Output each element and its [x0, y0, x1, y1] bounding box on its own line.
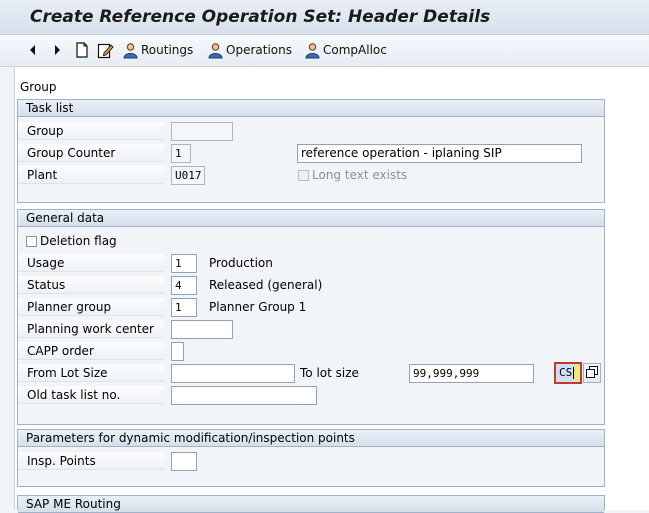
to-lot-size-field[interactable]: 99,999,999 [409, 364, 534, 383]
routings-button[interactable]: Routings [122, 40, 193, 60]
back-button[interactable] [28, 40, 38, 60]
insp-points-label: Insp. Points [18, 452, 164, 470]
operations-label: Operations [226, 43, 292, 57]
usage-label: Usage [18, 254, 164, 272]
from-lot-size-label: From Lot Size [18, 364, 164, 382]
compalloc-icon [304, 42, 321, 59]
capp-order-field[interactable] [171, 342, 184, 361]
to-lot-size-label: To lot size [300, 366, 359, 380]
sap-me-routing-title: SAP ME Routing [18, 496, 604, 513]
edit-button[interactable] [97, 40, 114, 60]
group-label: Group [18, 122, 164, 140]
title-bar: Create Reference Operation Set: Header D… [0, 0, 649, 35]
unit-of-measure-value: CS [559, 366, 573, 379]
task-list-title: Task list [18, 100, 604, 117]
routings-icon [122, 42, 139, 59]
new-button[interactable] [75, 40, 89, 60]
compalloc-label: CompAlloc [323, 43, 387, 57]
status-text: Released (general) [209, 278, 323, 292]
status-field[interactable]: 4 [171, 276, 197, 295]
capp-order-label: CAPP order [18, 342, 164, 360]
planning-work-center-field[interactable] [171, 320, 233, 339]
input-help-marker [574, 365, 579, 381]
group-counter-field[interactable]: 1 [171, 144, 191, 163]
planner-group-text: Planner Group 1 [209, 300, 307, 314]
dynamic-params-title: Parameters for dynamic modification/insp… [18, 430, 604, 447]
forward-arrow-icon [52, 44, 62, 56]
sap-me-routing-group: SAP ME Routing [17, 495, 605, 513]
old-task-list-label: Old task list no. [18, 386, 164, 404]
group-field[interactable] [171, 122, 233, 141]
deletion-flag-checkbox[interactable] [26, 236, 37, 247]
planner-group-label: Planner group [18, 298, 164, 316]
unit-of-measure-field[interactable]: CS [554, 362, 582, 384]
operations-icon [207, 42, 224, 59]
from-lot-size-field[interactable] [171, 364, 295, 383]
insp-points-field[interactable] [171, 452, 197, 471]
general-data-title: General data [18, 210, 604, 227]
long-text-checkbox[interactable] [298, 170, 309, 181]
page-heading: Group [20, 80, 57, 94]
planning-work-center-label: Planning work center [18, 320, 164, 338]
routings-label: Routings [141, 43, 194, 57]
operations-button[interactable]: Operations [207, 40, 292, 60]
application-toolbar: Routings Operations CompAlloc [0, 35, 649, 67]
description-field[interactable]: reference operation - iplaning SIP [297, 144, 582, 163]
plant-label: Plant [18, 166, 164, 184]
window-title: Create Reference Operation Set: Header D… [30, 7, 491, 27]
plant-field[interactable]: U017 [171, 166, 205, 185]
new-document-icon [75, 42, 89, 58]
forward-button[interactable] [52, 40, 62, 60]
copy-icon [586, 365, 598, 381]
edit-icon [97, 42, 114, 59]
long-text-label: Long text exists [312, 168, 408, 182]
copy-button[interactable] [583, 363, 601, 383]
usage-text: Production [209, 256, 273, 270]
deletion-flag-label: Deletion flag [40, 234, 117, 248]
group-counter-label: Group Counter [18, 144, 164, 162]
planner-group-field[interactable]: 1 [171, 298, 197, 317]
status-label: Status [18, 276, 164, 294]
compalloc-button[interactable]: CompAlloc [304, 40, 387, 60]
back-arrow-icon [28, 44, 38, 56]
usage-field[interactable]: 1 [171, 254, 197, 273]
old-task-list-field[interactable] [171, 386, 317, 405]
